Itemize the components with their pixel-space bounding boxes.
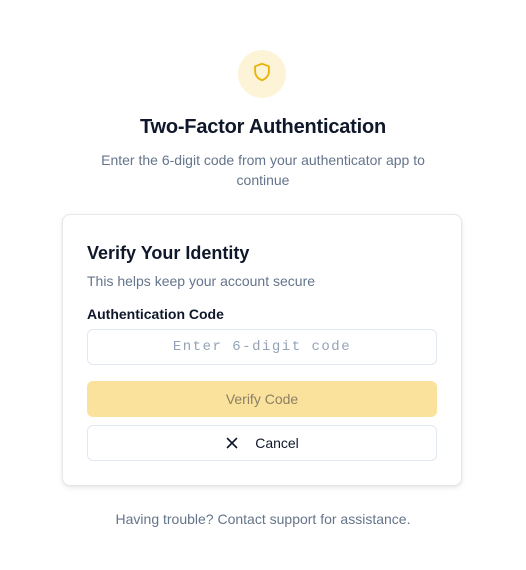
- verify-code-button[interactable]: Verify Code: [87, 381, 437, 417]
- cancel-button[interactable]: Cancel: [87, 425, 437, 461]
- page-subtitle: Enter the 6-digit code from your authent…: [101, 152, 425, 188]
- card-title: Verify Your Identity: [87, 243, 250, 263]
- close-icon: [225, 436, 239, 450]
- card-description: This helps keep your account secure: [87, 273, 316, 289]
- auth-code-label: Authentication Code: [87, 306, 224, 322]
- shield-icon: [251, 61, 273, 88]
- help-text: Having trouble? Contact support for assi…: [115, 511, 411, 527]
- shield-badge: [238, 50, 286, 98]
- page-title: Two-Factor Authentication: [139, 116, 387, 138]
- cancel-button-label: Cancel: [255, 435, 299, 451]
- auth-code-input[interactable]: [87, 329, 437, 365]
- verify-card: Verify Your Identity This helps keep you…: [62, 214, 462, 486]
